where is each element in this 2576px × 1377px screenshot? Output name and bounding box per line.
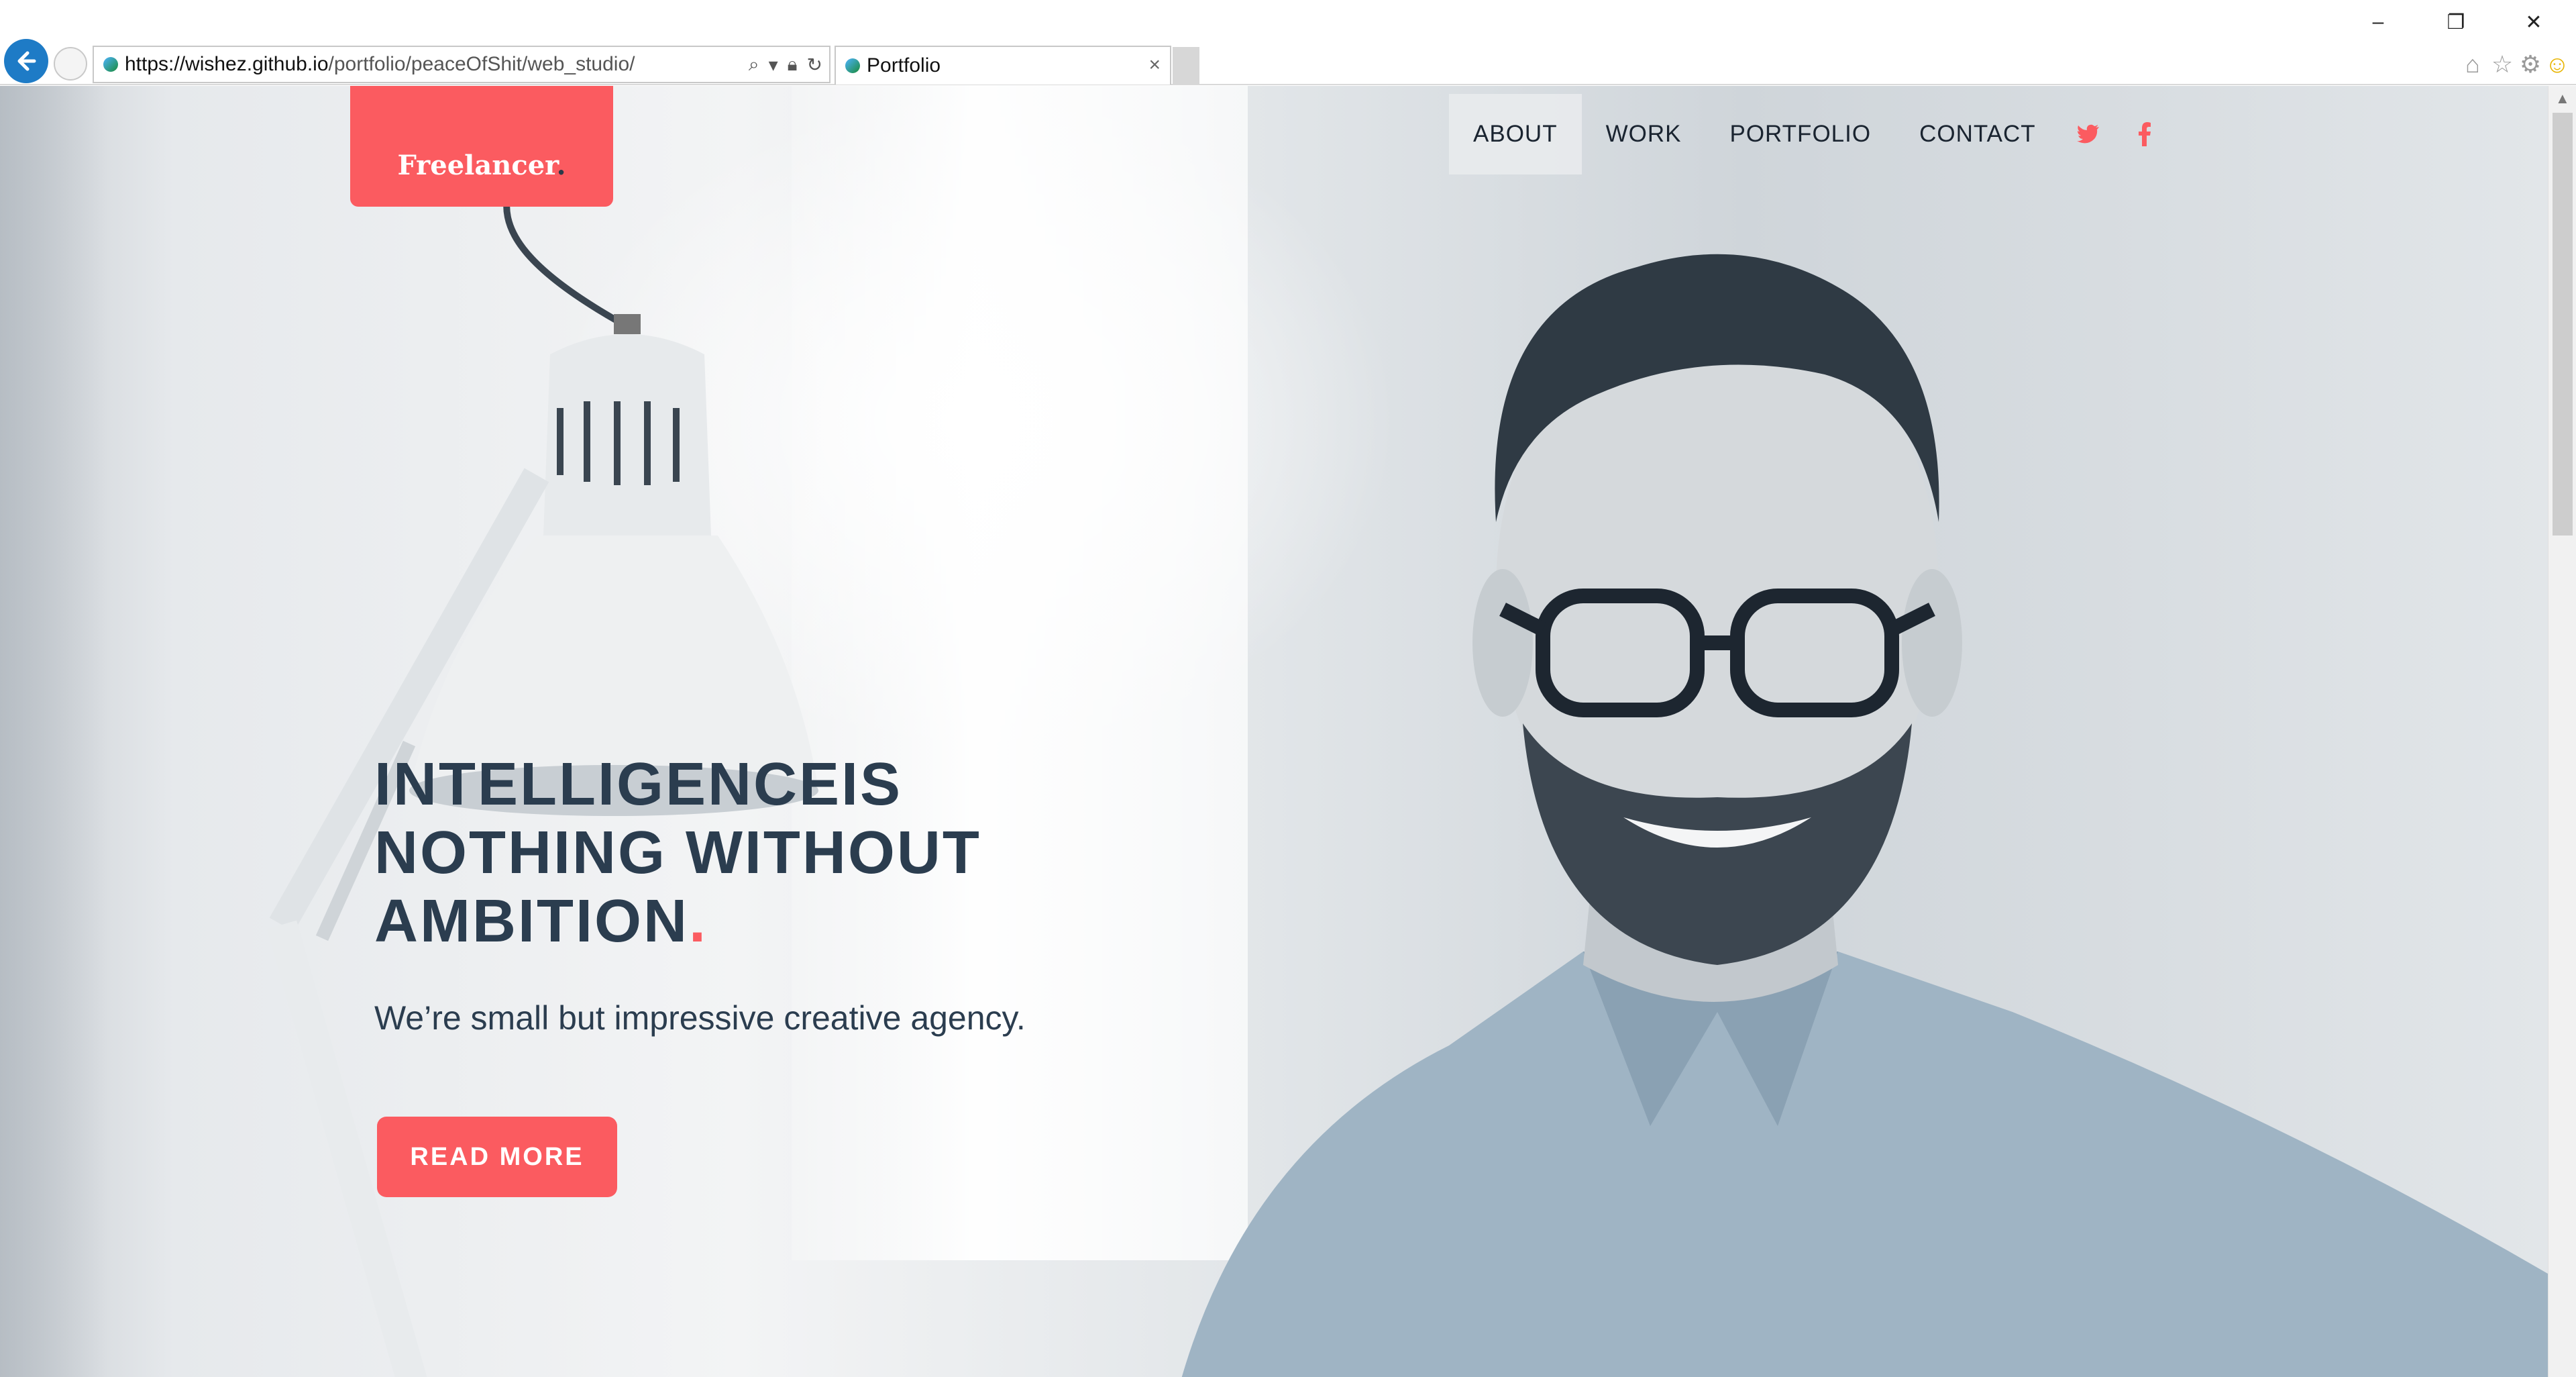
logo-text: Freelancer. — [397, 150, 566, 181]
minimize-button[interactable]: – — [2348, 5, 2408, 39]
hero-section: Freelancer. ABOUT WORK PORTFOLIO CONTACT… — [0, 86, 2548, 1377]
main-nav: ABOUT WORK PORTFOLIO CONTACT — [1449, 94, 2173, 174]
site-favicon-icon — [103, 57, 118, 72]
site-logo[interactable]: Freelancer. — [350, 86, 613, 207]
close-window-button[interactable]: ✕ — [2504, 5, 2564, 39]
smiley-icon[interactable]: ☺ — [2544, 50, 2571, 78]
tab-close-icon[interactable]: × — [1148, 54, 1161, 76]
url-host: https://wishez.github.io — [125, 53, 329, 75]
facebook-icon[interactable] — [2116, 94, 2173, 174]
browser-tab[interactable]: Portfolio × — [835, 46, 1171, 85]
nav-contact[interactable]: CONTACT — [1895, 94, 2060, 174]
smiling-man-photo — [1181, 254, 2548, 1377]
twitter-icon[interactable] — [2060, 94, 2116, 174]
star-icon[interactable]: ☆ — [2489, 50, 2516, 78]
nav-work[interactable]: WORK — [1582, 94, 1706, 174]
hero-heading: INTELLIGENCEIS NOTHING WITHOUT AMBITION. — [374, 750, 1112, 956]
page-scrollbar[interactable]: ▲ — [2548, 86, 2576, 1377]
scrollbar-thumb[interactable] — [2553, 113, 2573, 536]
nav-about[interactable]: ABOUT — [1449, 94, 1582, 174]
scroll-up-icon[interactable]: ▲ — [2555, 90, 2570, 107]
tab-title: Portfolio — [867, 54, 941, 76]
refresh-icon[interactable]: ↻ — [807, 54, 822, 76]
hero-line-2: NOTHING WITHOUT — [374, 819, 981, 886]
tab-favicon-icon — [845, 58, 860, 73]
lock-icon[interactable]: 🔒︎ — [788, 54, 798, 76]
hero-line-3: AMBITION — [374, 888, 689, 955]
hero-subtitle: We’re small but impressive creative agen… — [374, 999, 1026, 1037]
forward-button[interactable] — [54, 47, 87, 81]
read-more-button[interactable]: READ MORE — [377, 1117, 617, 1197]
home-icon[interactable]: ⌂ — [2459, 50, 2486, 78]
address-bar[interactable]: https://wishez.github.io/portfolio/peace… — [93, 46, 830, 83]
back-button[interactable] — [4, 39, 48, 83]
restore-button[interactable]: ❐ — [2426, 5, 2486, 39]
nav-portfolio[interactable]: PORTFOLIO — [1705, 94, 1895, 174]
background-shade — [0, 86, 107, 1377]
hero-line-1: INTELLIGENCEIS — [374, 751, 903, 818]
new-tab-button[interactable] — [1173, 47, 1199, 85]
search-icon[interactable]: ⌕ — [749, 54, 759, 76]
url-path: /portfolio/peaceOfShit/web_studio/ — [328, 53, 635, 75]
browser-chrome: – ❐ ✕ https://wishez.github.io/portfolio… — [0, 0, 2576, 85]
dropdown-icon[interactable]: ▾ — [769, 54, 778, 76]
hero-accent-dot: . — [688, 888, 708, 955]
back-arrow-icon — [17, 51, 36, 71]
gear-icon[interactable]: ⚙ — [2517, 50, 2544, 78]
